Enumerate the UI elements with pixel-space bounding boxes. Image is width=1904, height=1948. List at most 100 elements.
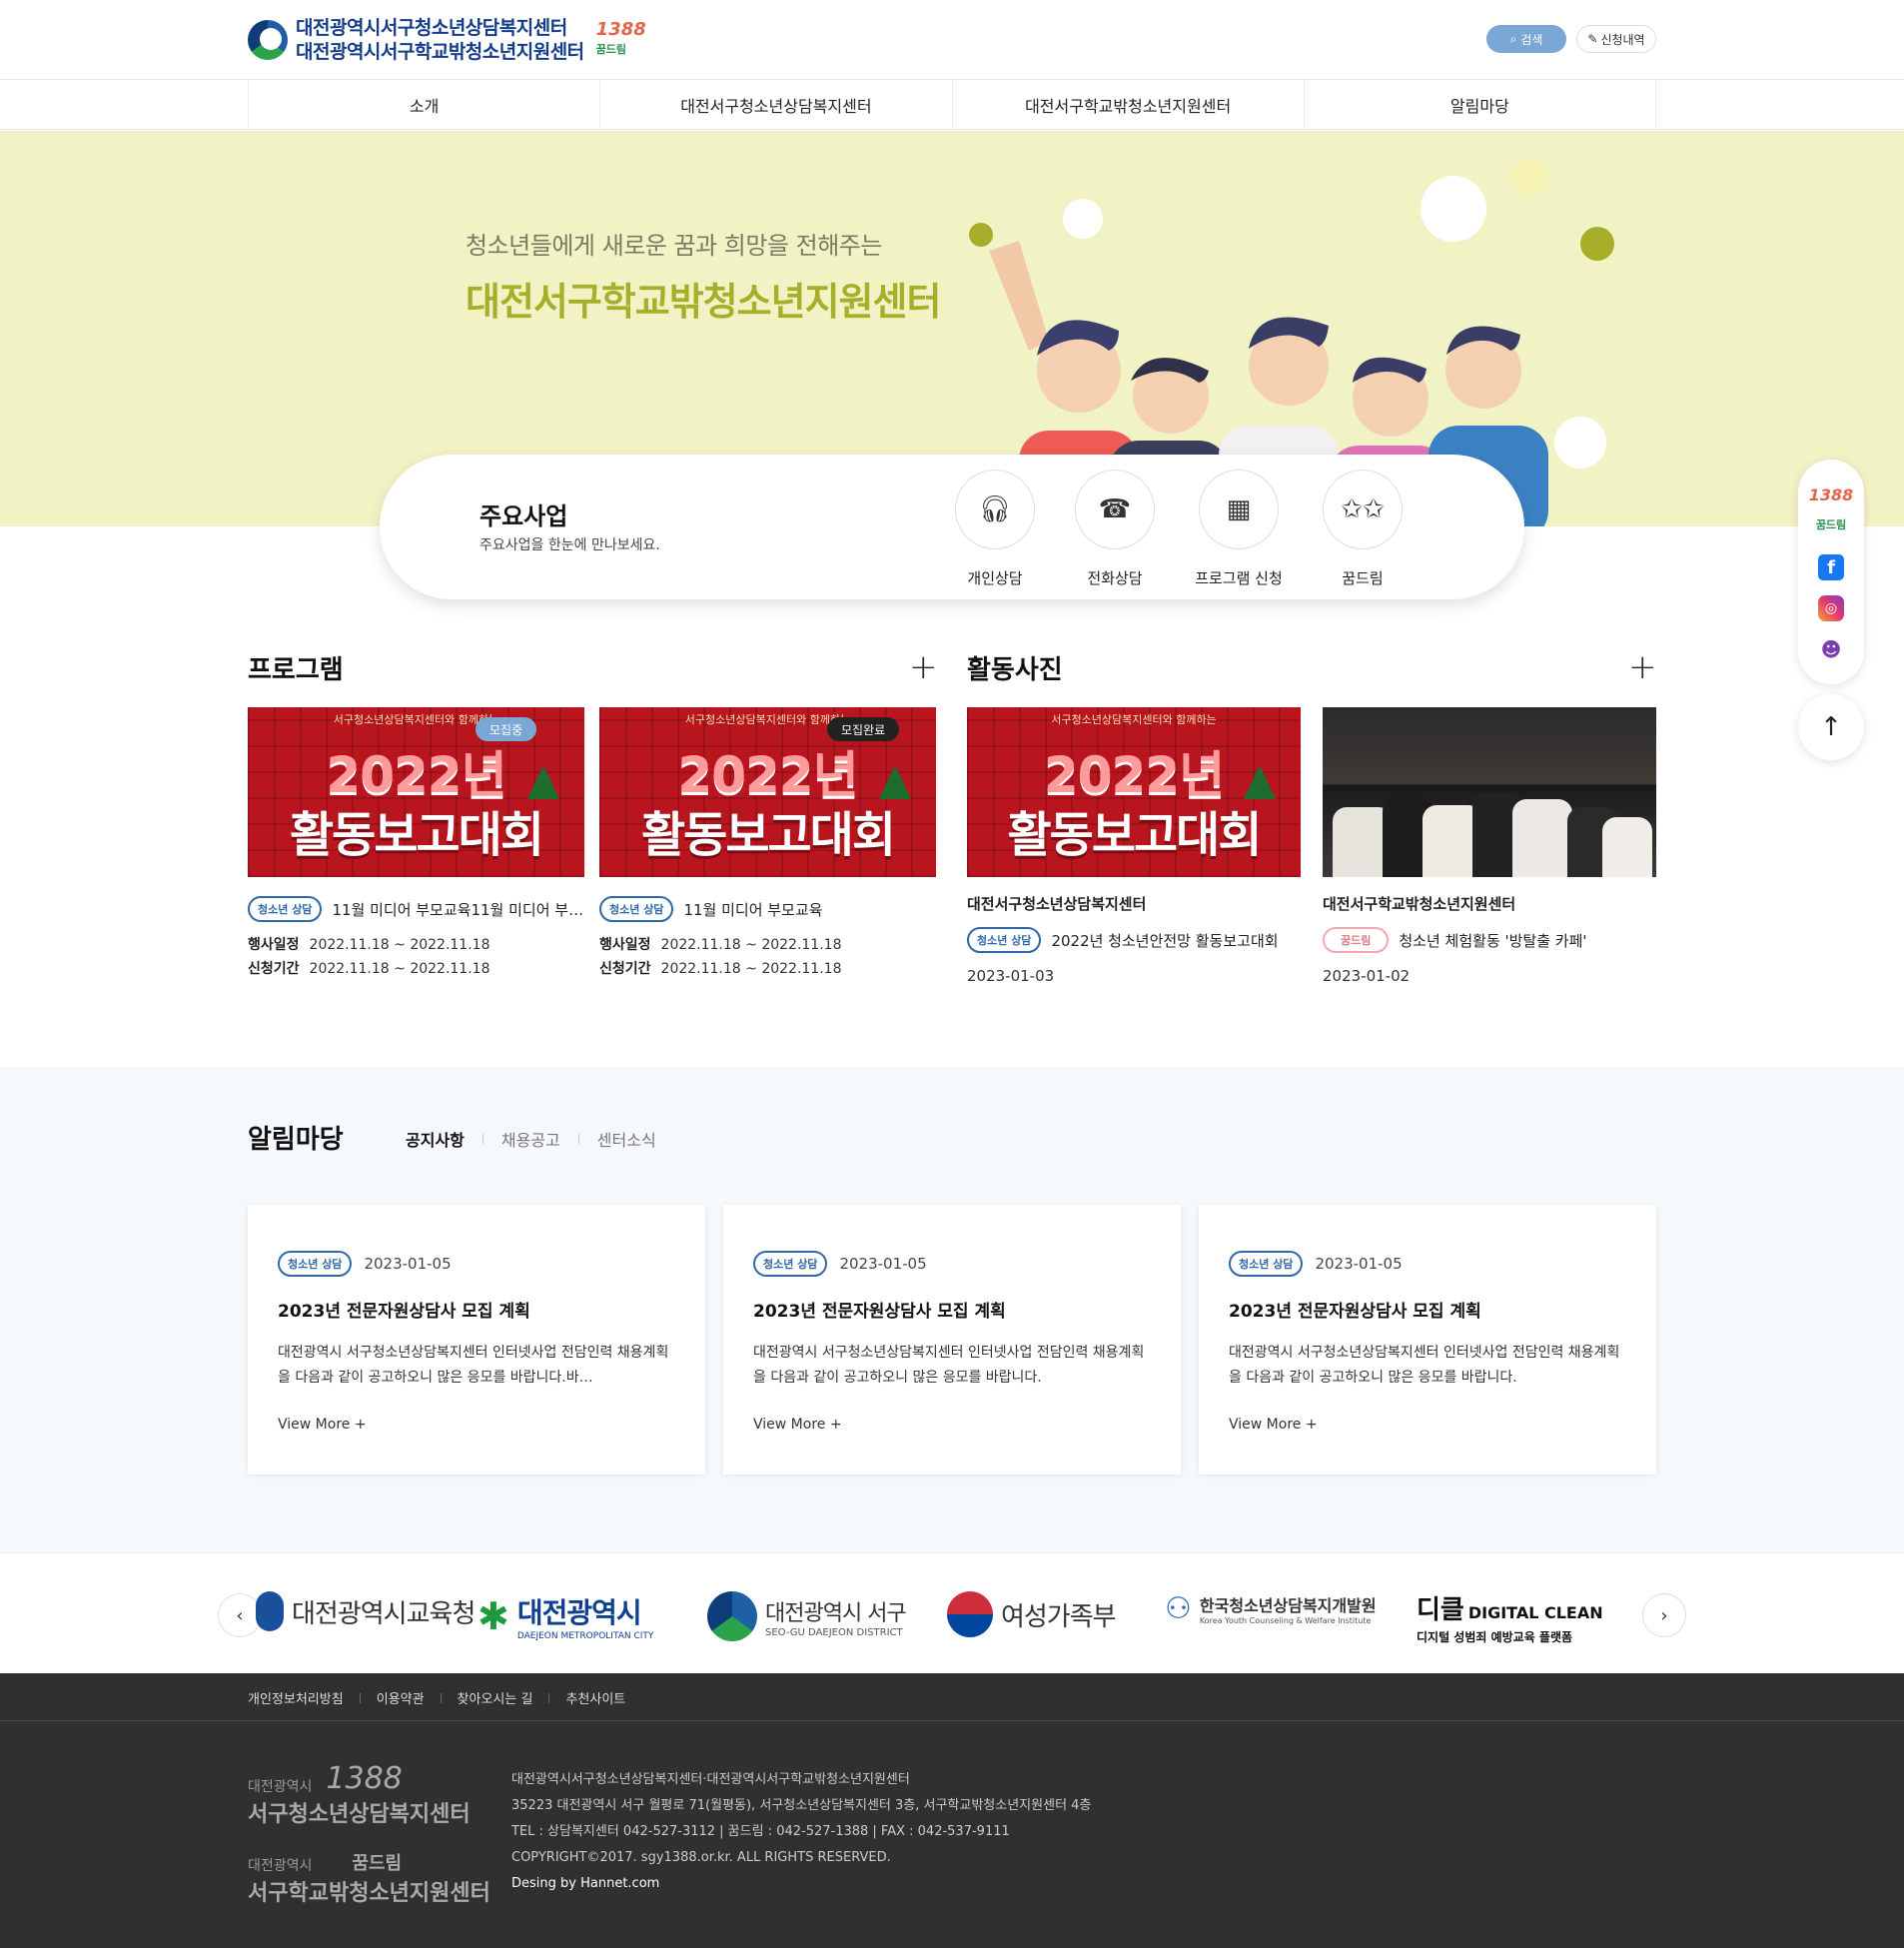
notice-date: 2023-01-05 — [839, 1255, 927, 1273]
partner-logo-mogef[interactable]: 여성가족부 — [947, 1591, 1117, 1637]
footer-contact: TEL : 상담복지센터 042-527-3112 | 꿈드림 : 042-52… — [511, 1824, 1010, 1839]
notice-section: 알림마당 공지사항 채용공고 센터소식 청소년 상담 2023-01-05 202… — [0, 1067, 1904, 1552]
calendar-icon: ▦ — [1199, 470, 1279, 549]
footer-nav: 개인정보처리방침 이용약관 찾아오시는 길 추천사이트 — [0, 1673, 1904, 1721]
nav-item-notice[interactable]: 알림마당 — [1305, 80, 1656, 130]
scroll-top-button[interactable]: ↑ — [1798, 694, 1864, 760]
footer-info: 대전광역시서구청소년상담복지센터·대전광역시서구학교밖청소년지원센터 35223… — [511, 1767, 1091, 1897]
partner-name: 대전광역시교육청 — [292, 1598, 476, 1629]
gallery-more-plus-icon[interactable]: + — [1628, 647, 1657, 687]
business-item-phone[interactable]: ☎ 전화상담 — [1055, 470, 1175, 588]
tree-icon — [527, 765, 559, 799]
event-period: 2022.11.18 ~ 2022.11.18 — [309, 937, 490, 953]
partner-desc: 디지털 성범죄 예방교육 플랫폼 — [1417, 1630, 1573, 1644]
badge-dream: 꿈드림 — [595, 43, 627, 56]
footer-org-names: 대전광역시서구청소년상담복지센터·대전광역시서구학교밖청소년지원센터 — [511, 1772, 910, 1787]
quick-dream-link[interactable]: 꿈드림 — [1811, 509, 1851, 539]
program-thumbnail[interactable]: 서구청소년상담복지센터와 함께하는 2022년 활동보고대회 모집완료 — [599, 707, 936, 877]
partner-name: 대전광역시 서구 — [765, 1600, 907, 1626]
header: 대전광역시서구청소년상담복지센터 대전광역시서구학교밖청소년지원센터 1388 … — [0, 0, 1904, 80]
notice-card-body: 대전광역시 서구청소년상담복지센터 인터넷사업 전담인력 채용계획을 다음과 같… — [753, 1345, 1145, 1386]
business-item-personal[interactable]: 🎧︎ 개인상담 — [935, 470, 1055, 588]
chevron-right-icon: › — [1660, 1604, 1668, 1626]
business-item-dream[interactable]: ✩✩ 꿈드림 — [1303, 470, 1423, 588]
quick-facebook-link[interactable]: f — [1811, 552, 1851, 582]
notice-card-title: 2023년 전문자원상담사 모집 계획 — [753, 1302, 1006, 1322]
hero-title: 대전서구학교밖청소년지원센터 — [466, 280, 941, 324]
banner-top-text: 서구청소년상담복지센터와 함께하는 — [1051, 713, 1217, 726]
partner-name-en: SEO-GU DAEJEON DISTRICT — [765, 1626, 903, 1638]
footer-link-directions[interactable]: 찾아오시는 길 — [458, 1688, 533, 1707]
program-item-meta: 행사일정 2022.11.18 ~ 2022.11.18 신청기간 2022.11.… — [599, 933, 841, 981]
business-item-program[interactable]: ▦ 프로그램 신청 — [1179, 470, 1299, 588]
partner-logo-seogu[interactable]: 대전광역시 서구 SEO-GU DAEJEON DISTRICT — [707, 1591, 907, 1641]
category-tag: 청소년 상담 — [1229, 1251, 1304, 1277]
gallery-date: 2023-01-02 — [1323, 967, 1411, 985]
partner-logo-city[interactable]: ✱ 대전광역시 DAEJEON METROPOLITAN CITY — [477, 1591, 653, 1641]
business-label: 꿈드림 — [1342, 569, 1384, 587]
program-item-row[interactable]: 청소년 상담 11월 미디어 부모교육11월 미디어 부… — [248, 896, 583, 922]
partner-logo-edu[interactable]: 대전광역시교육청 — [256, 1591, 476, 1631]
gallery-date: 2023-01-03 — [967, 967, 1055, 985]
gallery-item-title: 청소년 체험활동 '방탈출 카페' — [1399, 931, 1587, 950]
view-more-link[interactable]: View More + — [753, 1417, 842, 1433]
apply-history-button[interactable]: ✎ 신청내역 — [1576, 25, 1656, 53]
tab-recruit[interactable]: 채용공고 — [501, 1127, 560, 1151]
notice-date: 2023-01-05 — [1315, 1255, 1403, 1273]
footer-design-credit: Desing by Hannet.com — [511, 1876, 660, 1891]
quick-1388-link[interactable]: 1388 — [1809, 480, 1854, 509]
footer-logo-big: 서구학교밖청소년지원센터 — [248, 1881, 490, 1906]
partner-next-button[interactable]: › — [1642, 1593, 1686, 1637]
category-tag: 청소년 상담 — [248, 896, 323, 922]
view-more-link[interactable]: View More + — [1229, 1417, 1318, 1433]
search-button[interactable]: ⌕ 검색 — [1486, 25, 1566, 53]
tab-notice[interactable]: 공지사항 — [406, 1127, 465, 1151]
partner-name-en: DAEJEON METROPOLITAN CITY — [516, 1631, 654, 1641]
footer-logo-badge: 1388 — [326, 1761, 403, 1796]
gallery-item-row[interactable]: 꿈드림 청소년 체험활동 '방탈출 카페' — [1323, 927, 1587, 953]
notice-card[interactable]: 청소년 상담 2023-01-05 2023년 전문자원상담사 모집 계획 대전광… — [248, 1205, 705, 1474]
nav-item-intro[interactable]: 소개 — [249, 80, 601, 130]
partner-logo-kyci[interactable]: ⚇ 한국청소년상담복지개발원 Korea Youth Counseling & … — [1165, 1591, 1377, 1626]
footer: 대전광역시 1388 서구청소년상담복지센터 대전광역시 꿈드림 서구학교밖청소… — [0, 1721, 1904, 1948]
business-label: 전화상담 — [1087, 569, 1143, 587]
notice-tabs: 공지사항 채용공고 센터소식 — [406, 1127, 656, 1151]
escape-room-photo — [1323, 707, 1656, 877]
footer-link-terms[interactable]: 이용약관 — [377, 1688, 425, 1707]
gallery-thumbnail[interactable]: 서구청소년상담복지센터와 함께하는 2022년 활동보고대회 — [967, 707, 1301, 877]
apply-label: 신청기간 — [599, 961, 651, 977]
tab-center-news[interactable]: 센터소식 — [597, 1127, 656, 1151]
nav-item-dream-center[interactable]: 대전서구학교밖청소년지원센터 — [953, 80, 1305, 130]
gallery-thumbnail[interactable] — [1323, 707, 1656, 877]
program-thumbnail[interactable]: 서구청소년상담복지센터와 함께하는 2022년 활동보고대회 모집중 — [248, 707, 584, 877]
apply-period: 2022.11.18 ~ 2022.11.18 — [309, 961, 490, 977]
category-tag: 청소년 상담 — [753, 1251, 828, 1277]
event-period: 2022.11.18 ~ 2022.11.18 — [660, 937, 842, 953]
footer-logo-big: 서구청소년상담복지센터 — [248, 1802, 471, 1827]
business-title: 주요사업 — [479, 502, 568, 530]
program-item-row[interactable]: 청소년 상담 11월 미디어 부모교육 — [599, 896, 822, 922]
event-label: 행사일정 — [248, 937, 300, 953]
program-more-plus-icon[interactable]: + — [909, 647, 938, 687]
program-item-title: 11월 미디어 부모교육11월 미디어 부… — [332, 900, 584, 919]
gallery-item-row[interactable]: 청소년 상담 2022년 청소년안전망 활동보고대회 — [967, 927, 1279, 953]
search-icon: ⌕ — [1509, 31, 1517, 46]
footer-logo-small: 대전광역시 — [248, 1858, 313, 1874]
photo-figure — [1602, 817, 1652, 877]
footer-divider — [440, 1692, 442, 1703]
notice-card[interactable]: 청소년 상담 2023-01-05 2023년 전문자원상담사 모집 계획 대전광… — [1199, 1205, 1656, 1474]
view-more-link[interactable]: View More + — [278, 1417, 367, 1433]
logo-line1: 대전광역시서구청소년상담복지센터 — [296, 17, 567, 39]
footer-link-privacy[interactable]: 개인정보처리방침 — [248, 1688, 344, 1707]
footer-link-sites[interactable]: 추천사이트 — [565, 1688, 625, 1707]
deco-circle — [1580, 227, 1614, 261]
program-item-meta: 행사일정 2022.11.18 ~ 2022.11.18 신청기간 2022.11.… — [248, 933, 489, 981]
notice-card[interactable]: 청소년 상담 2023-01-05 2023년 전문자원상담사 모집 계획 대전광… — [723, 1205, 1181, 1474]
site-logo[interactable]: 대전광역시서구청소년상담복지센터 대전광역시서구학교밖청소년지원센터 1388 … — [248, 16, 646, 64]
nav-item-counsel-center[interactable]: 대전서구청소년상담복지센터 — [600, 80, 953, 130]
quick-instagram-link[interactable]: ◎ — [1811, 593, 1851, 623]
photo-figure — [1512, 799, 1572, 877]
quick-kakao-link[interactable]: ☻ — [1811, 634, 1851, 664]
footer-divider — [359, 1692, 361, 1703]
partner-logo-digital-clean[interactable]: 디클 DIGITAL CLEAN 디지털 성범죄 예방교육 플랫폼 — [1417, 1589, 1603, 1645]
